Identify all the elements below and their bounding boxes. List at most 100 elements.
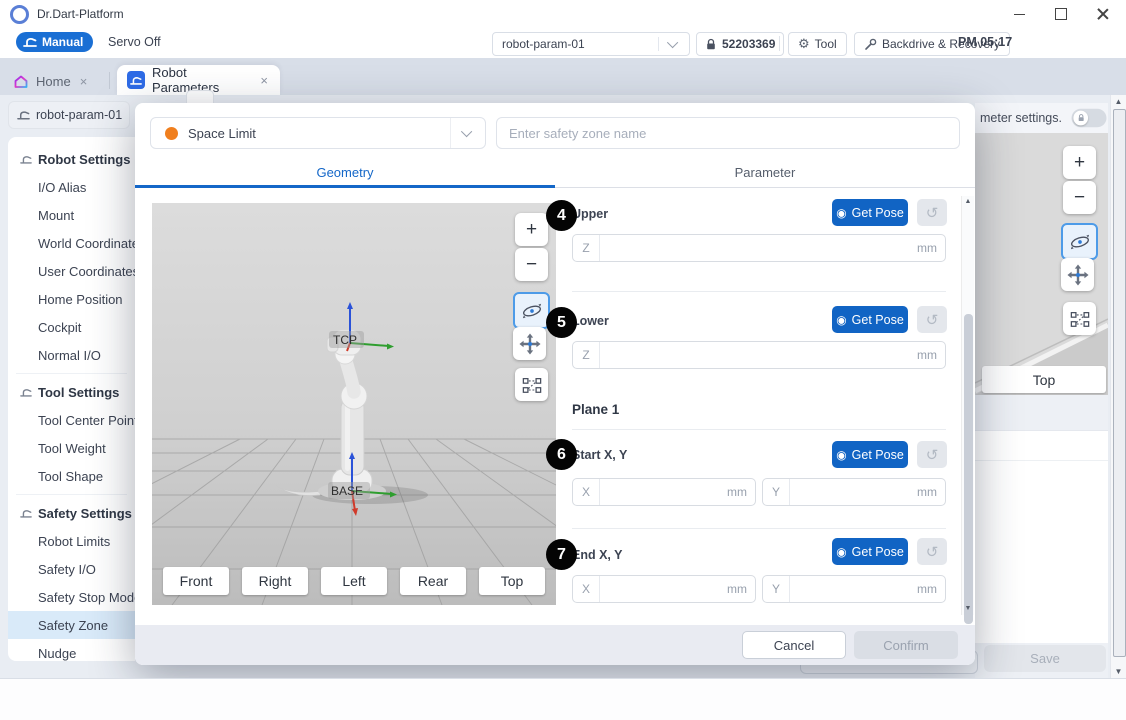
- sidebar-item-safety-io[interactable]: Safety I/O: [8, 555, 135, 583]
- end-y-input[interactable]: [790, 582, 917, 596]
- sidebar-item-safety-zone[interactable]: Safety Zone: [8, 611, 135, 639]
- step-badge-4: 4: [546, 200, 577, 231]
- pan-icon: [518, 332, 541, 355]
- tab-home-close-icon[interactable]: ×: [78, 74, 90, 89]
- sidebar-robot-param-chip[interactable]: robot-param-01: [8, 101, 130, 129]
- sidebar-item-cockpit[interactable]: Cockpit: [8, 313, 135, 341]
- sidebar-item-io-alias[interactable]: I/O Alias: [8, 173, 135, 201]
- mode-manual-button[interactable]: Manual: [16, 32, 94, 52]
- viewer-fit-view-button[interactable]: [515, 368, 548, 401]
- lower-z-input[interactable]: [600, 348, 917, 362]
- bg-fit-view-button[interactable]: [1063, 302, 1096, 335]
- robot-param-select-value: robot-param-01: [502, 37, 585, 51]
- scroll-down-arrow[interactable]: ▼: [1111, 665, 1126, 678]
- upper-reset-button[interactable]: ↺: [917, 199, 947, 226]
- lower-reset-button[interactable]: ↺: [917, 306, 947, 333]
- upper-get-pose-button[interactable]: ◉ Get Pose: [832, 199, 908, 226]
- view-front-button[interactable]: Front: [163, 567, 229, 595]
- form-scroll-up-arrow[interactable]: ▲: [962, 196, 974, 208]
- view-rear-button[interactable]: Rear: [400, 567, 466, 595]
- form-scrollbar-thumb[interactable]: [964, 314, 973, 624]
- step-badge-5: 5: [546, 307, 577, 338]
- sidebar-item-robot-limits[interactable]: Robot Limits: [8, 527, 135, 555]
- upper-z-input[interactable]: [600, 241, 917, 255]
- target-icon: ◉: [836, 447, 847, 462]
- robot-arm-icon: [20, 155, 32, 164]
- clock-text: PM 05:17: [958, 35, 1013, 49]
- scroll-up-arrow[interactable]: ▲: [1111, 95, 1126, 108]
- sidebar-item-tool-weight[interactable]: Tool Weight: [8, 434, 135, 462]
- robot-arm-icon: [20, 509, 32, 518]
- active-tab-underline: [135, 185, 555, 188]
- sidebar-item-tool-shape[interactable]: Tool Shape: [8, 462, 135, 490]
- zone-3d-viewer[interactable]: BASE TCP + − Front Right Left Rear Top: [152, 203, 556, 605]
- status-bar: Servo Supervisor Manual: [0, 678, 1126, 720]
- robot-param-select[interactable]: robot-param-01: [492, 32, 690, 56]
- end-y-field: Y mm: [762, 575, 946, 603]
- start-xy-label: Start X, Y: [572, 448, 628, 462]
- confirm-button[interactable]: Confirm: [854, 631, 958, 659]
- tool-button[interactable]: ⚙ Tool: [788, 32, 847, 56]
- page-scrollbar-thumb[interactable]: [1113, 109, 1126, 657]
- parameter-settings-note: meter settings.: [975, 103, 1108, 133]
- minimize-button[interactable]: [1004, 4, 1034, 24]
- bg-orbit-tool-button[interactable]: [1061, 223, 1098, 260]
- form-scrollbar[interactable]: ▲ ▼: [961, 196, 974, 624]
- zone-type-select[interactable]: Space Limit: [150, 117, 486, 149]
- zone-type-value: Space Limit: [188, 125, 256, 141]
- sidebar-item-user-coordinates[interactable]: User Coordinates: [8, 257, 135, 285]
- zone-name-input[interactable]: [496, 117, 960, 149]
- sidebar-item-world-coordinates[interactable]: World Coordinates: [8, 229, 135, 257]
- bg-zoom-in-button[interactable]: +: [1063, 146, 1096, 179]
- sidebar-item-tool-center-point[interactable]: Tool Center Point: [8, 406, 135, 434]
- viewer-zoom-out-button[interactable]: −: [515, 248, 548, 281]
- lower-get-pose-button[interactable]: ◉ Get Pose: [832, 306, 908, 333]
- end-get-pose-button[interactable]: ◉ Get Pose: [832, 538, 908, 565]
- sidebar-item-normal-io[interactable]: Normal I/O: [8, 341, 135, 369]
- start-reset-button[interactable]: ↺: [917, 441, 947, 468]
- upper-label: Upper: [572, 207, 609, 221]
- tcp-frame-label: TCP: [333, 333, 357, 347]
- mode-label: Manual: [42, 35, 84, 49]
- tab-home-label: Home: [36, 73, 71, 89]
- bg-zoom-out-button[interactable]: −: [1063, 181, 1096, 214]
- end-x-input[interactable]: [600, 582, 727, 596]
- viewer-orbit-tool-button[interactable]: [513, 292, 550, 329]
- tab-home[interactable]: Home ×: [13, 66, 108, 96]
- maximize-button[interactable]: [1046, 4, 1076, 24]
- close-button[interactable]: [1088, 4, 1118, 24]
- viewer-pan-tool-button[interactable]: [513, 327, 546, 360]
- step-badge-6: 6: [546, 439, 577, 470]
- robot-serial-badge[interactable]: 52203369: [696, 32, 785, 56]
- tab-robot-parameters-close-icon[interactable]: ×: [258, 73, 270, 88]
- sidebar-item-safety-stop-modes[interactable]: Safety Stop Modes: [8, 583, 135, 611]
- lower-label: Lower: [572, 314, 609, 328]
- start-get-pose-button[interactable]: ◉ Get Pose: [832, 441, 908, 468]
- view-left-button[interactable]: Left: [321, 567, 387, 595]
- form-scroll-down-arrow[interactable]: ▼: [962, 603, 974, 615]
- start-x-input[interactable]: [600, 485, 727, 499]
- view-right-button[interactable]: Right: [242, 567, 308, 595]
- sidebar-item-nudge[interactable]: Nudge: [8, 639, 135, 661]
- fit-view-icon: [1070, 311, 1089, 327]
- sidebar-item-mount[interactable]: Mount: [8, 201, 135, 229]
- save-button[interactable]: Save: [984, 645, 1106, 672]
- background-3d-viewer[interactable]: + −: [975, 133, 1108, 395]
- gear-icon: ⚙: [798, 36, 810, 51]
- axis-label: X: [573, 576, 600, 602]
- sidebar-item-home-position[interactable]: Home Position: [8, 285, 135, 313]
- settings-lock-toggle[interactable]: [1071, 108, 1107, 128]
- page-scrollbar[interactable]: ▲ ▼: [1110, 95, 1126, 678]
- bg-pan-tool-button[interactable]: [1061, 258, 1094, 291]
- tab-parameter[interactable]: Parameter: [555, 157, 975, 187]
- start-y-input[interactable]: [790, 485, 917, 499]
- view-top-button[interactable]: Top: [479, 567, 545, 595]
- end-reset-button[interactable]: ↺: [917, 538, 947, 565]
- bg-view-top-button[interactable]: Top: [982, 366, 1106, 393]
- tab-geometry[interactable]: Geometry: [135, 157, 555, 187]
- viewer-zoom-in-button[interactable]: +: [515, 213, 548, 246]
- start-y-field: Y mm: [762, 478, 946, 506]
- cancel-button[interactable]: Cancel: [742, 631, 846, 659]
- fit-view-icon: [522, 377, 541, 393]
- sidebar-section-safety-settings: Safety Settings: [8, 499, 135, 527]
